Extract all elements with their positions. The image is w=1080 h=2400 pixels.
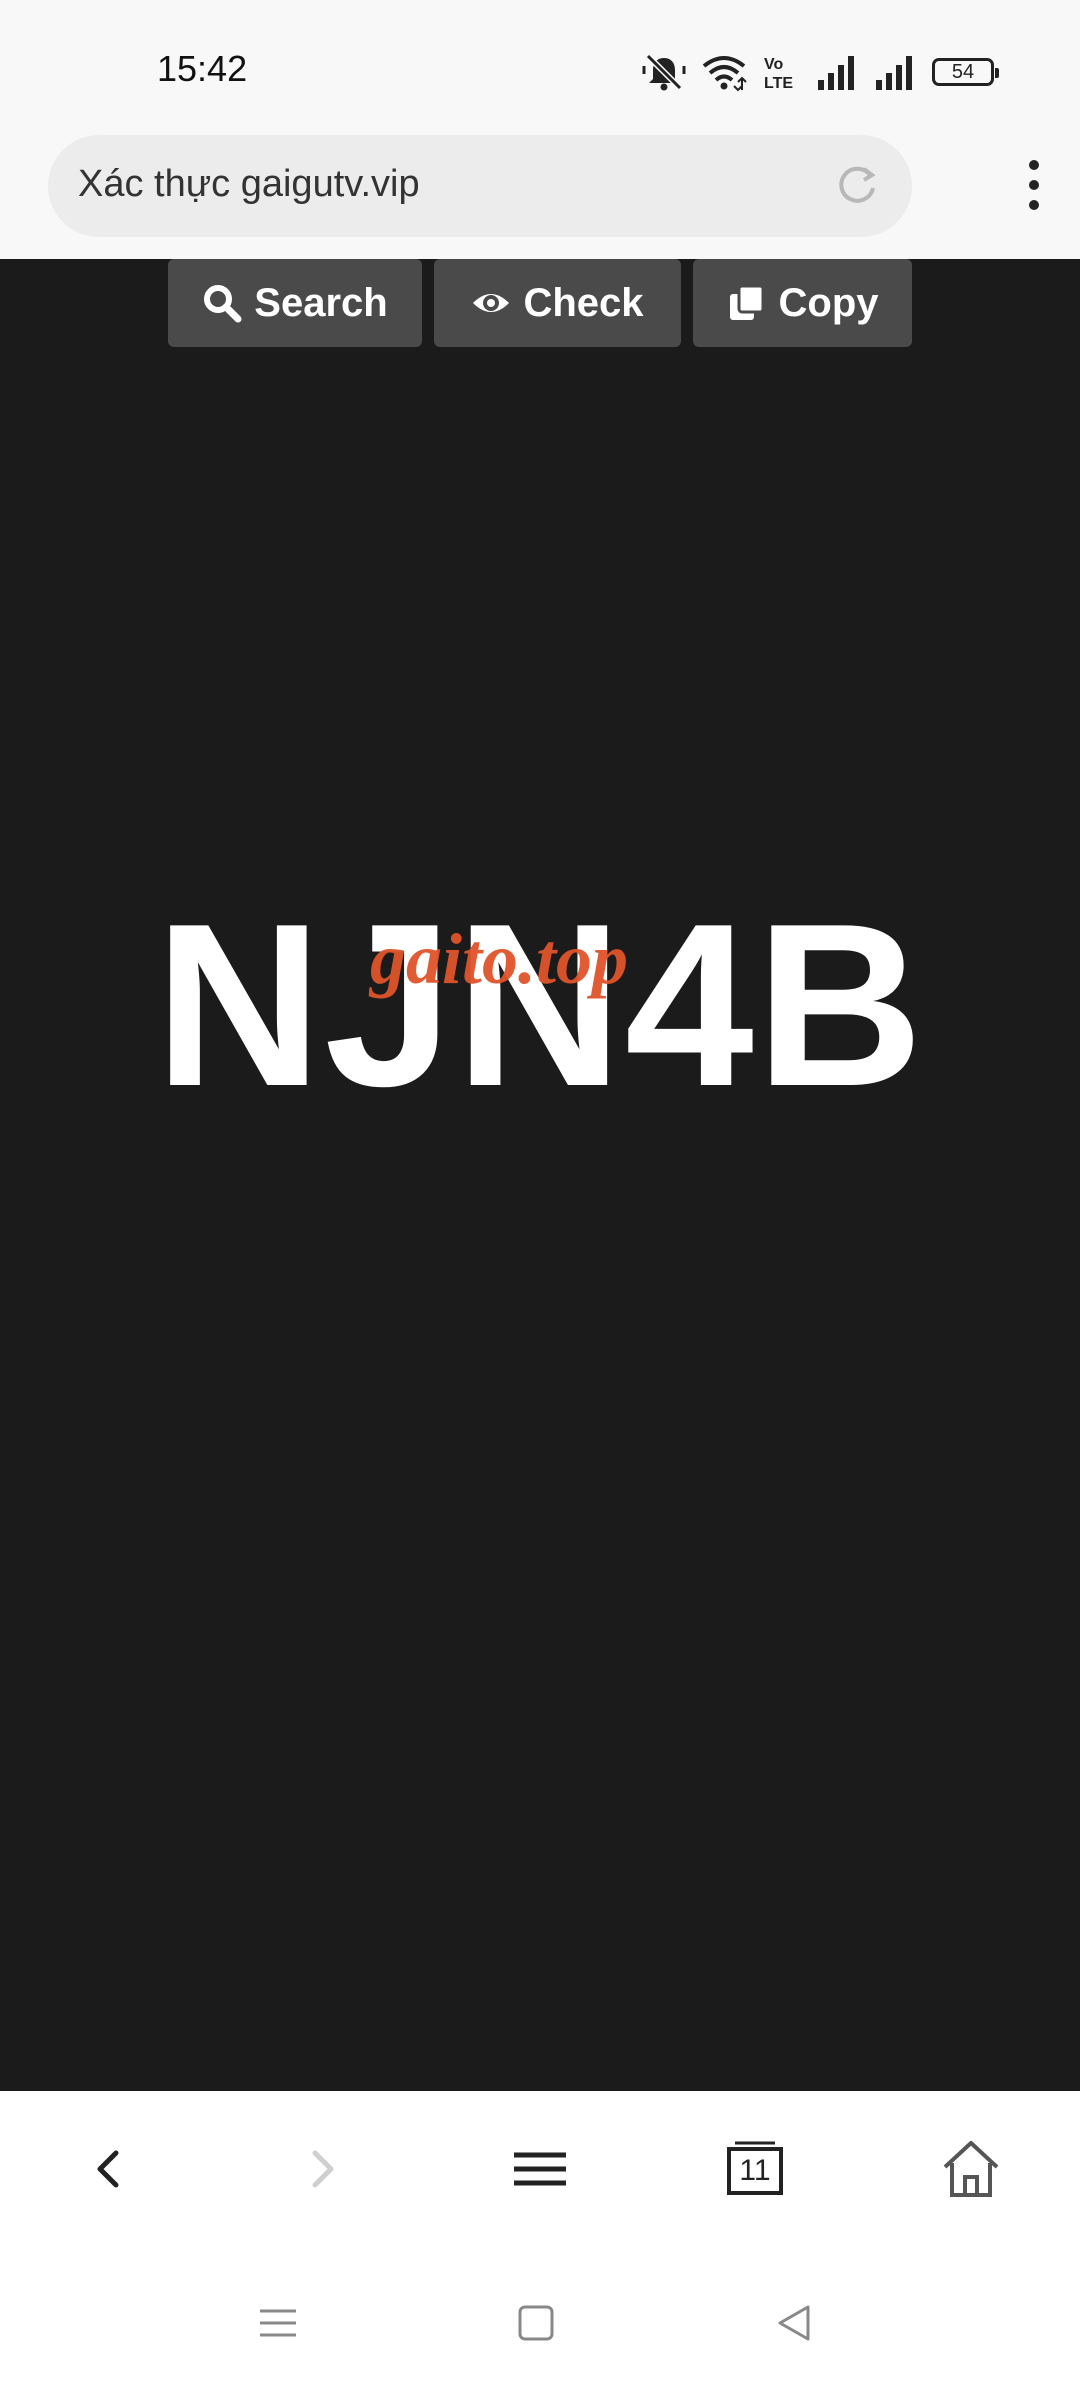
battery-level: 54	[951, 60, 975, 83]
signal-icon	[876, 56, 912, 90]
browser-toolbar: Xác thực gaigutv.vip	[0, 135, 1080, 259]
back-triangle-icon[interactable]	[770, 2299, 818, 2347]
check-button[interactable]: Check	[434, 259, 681, 347]
reload-icon[interactable]	[834, 163, 880, 209]
tabs-icon[interactable]: 11	[719, 2133, 791, 2205]
system-nav-bar	[0, 2253, 1080, 2400]
tab-count: 11	[739, 2154, 771, 2187]
copy-label: Copy	[778, 280, 879, 325]
eye-icon	[473, 294, 510, 312]
copy-button[interactable]: Copy	[693, 259, 912, 347]
search-button[interactable]: Search	[168, 259, 422, 347]
svg-text:LTE: LTE	[764, 75, 793, 92]
search-icon	[204, 285, 242, 323]
mute-icon	[642, 53, 686, 91]
home-icon[interactable]	[935, 2133, 1007, 2205]
battery-icon: 54	[932, 58, 999, 86]
svg-text:Vo: Vo	[764, 56, 783, 73]
url-title[interactable]: Xác thực gaigutv.vip	[78, 163, 420, 206]
search-label: Search	[254, 280, 388, 325]
browser-bottom-nav: 11	[0, 2091, 1080, 2253]
more-options-icon[interactable]	[1022, 157, 1046, 213]
status-time: 15:42	[157, 48, 248, 89]
status-icons: Vo LTE 54	[642, 52, 999, 92]
check-label: Check	[523, 280, 644, 325]
menu-icon[interactable]	[504, 2133, 576, 2205]
watermark: gaito.top	[370, 919, 629, 999]
recents-icon[interactable]	[254, 2299, 302, 2347]
volte-icon: Vo LTE	[764, 56, 793, 92]
home-square-icon[interactable]	[512, 2299, 560, 2347]
signal-icon	[818, 56, 854, 90]
status-bar: 15:42 Vo LTE 54	[0, 0, 1080, 135]
copy-icon	[729, 284, 764, 320]
address-bar[interactable]: Xác thực gaigutv.vip	[48, 135, 912, 237]
wifi-icon	[702, 56, 747, 92]
page-content: Search Check Copy	[0, 259, 1080, 2091]
forward-icon[interactable]	[287, 2133, 359, 2205]
back-icon[interactable]	[72, 2133, 144, 2205]
